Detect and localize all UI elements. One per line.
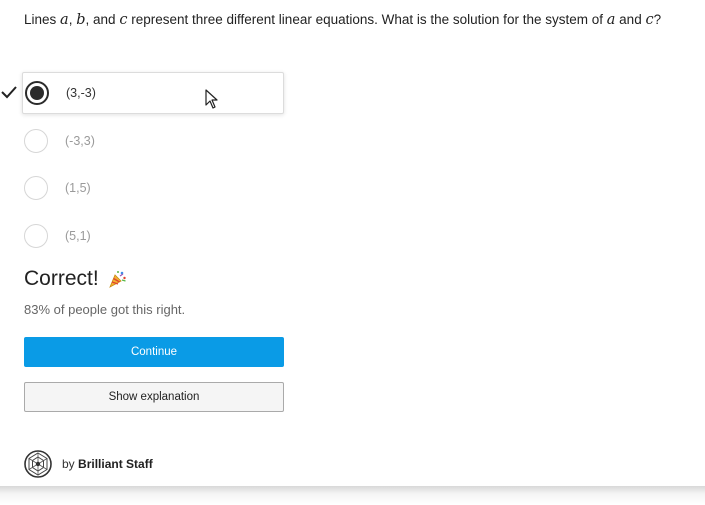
question-conjunction: and [619, 12, 642, 27]
continue-label: Continue [130, 346, 178, 358]
result-title: Correct! [24, 267, 99, 290]
question-separator: , [68, 12, 73, 27]
brilliant-logo-icon [24, 450, 52, 478]
card-shadow [0, 486, 705, 505]
show-explanation-button[interactable]: Show explanation [24, 382, 284, 412]
var-c: c [119, 12, 128, 28]
answer-option[interactable]: (5,1) [23, 215, 283, 257]
author-name[interactable]: Brilliant Staff [78, 457, 153, 471]
var-a: a [60, 12, 69, 28]
var-b: b [76, 12, 86, 28]
radio-icon[interactable] [24, 129, 48, 153]
result-heading: Correct! [24, 267, 127, 291]
var-a: a [606, 12, 616, 28]
problem-card: Lines a, b, and c represent three differ… [0, 0, 705, 488]
radio-icon[interactable] [24, 224, 48, 248]
question-text: Lines a, b, and c represent three differ… [24, 9, 664, 31]
answer-option[interactable]: (-3,3) [23, 120, 283, 162]
author-by: by [62, 457, 75, 471]
answer-option[interactable]: (1,5) [23, 167, 283, 209]
check-icon [1, 86, 17, 99]
result-stats: 83% of people got this right. [24, 302, 186, 317]
question-separator: , and [85, 12, 116, 27]
continue-button[interactable]: Continue [24, 337, 284, 367]
question-body: represent three different linear equatio… [131, 12, 603, 27]
option-label: (3,-3) [66, 86, 96, 100]
radio-icon[interactable] [24, 176, 48, 200]
party-popper-icon [108, 271, 126, 288]
radio-selected-icon[interactable] [25, 81, 49, 105]
author-text: by Brilliant Staff [62, 457, 153, 471]
option-label: (-3,3) [65, 134, 95, 148]
answer-option[interactable]: (3,-3) [22, 72, 284, 114]
var-c: c [645, 12, 654, 28]
option-label: (1,5) [65, 181, 91, 195]
author-credit: by Brilliant Staff [24, 450, 153, 478]
cursor-icon [205, 89, 218, 109]
question-prefix: Lines [24, 12, 57, 27]
question-end: ? [653, 12, 662, 27]
explanation-label: Show explanation [108, 391, 200, 403]
option-label: (5,1) [65, 229, 91, 243]
